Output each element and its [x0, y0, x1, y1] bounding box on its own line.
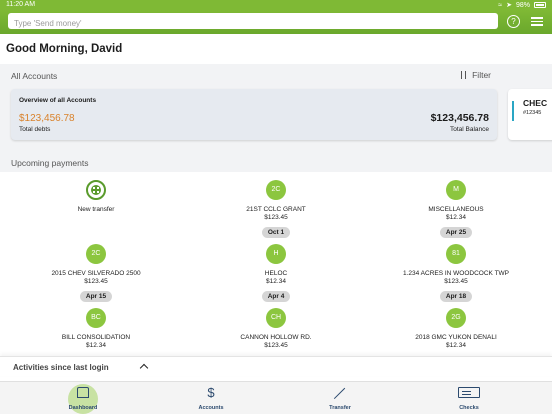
payment-amount: $123.45: [264, 214, 288, 221]
total-debts-value: $123,456.78: [19, 113, 75, 124]
tab-bar: Dashboard $ Accounts Transfer Checks: [0, 381, 552, 414]
payment-name: 2015 CHEV SILVERADO 2500: [51, 270, 141, 277]
payment-amount: $12.34: [446, 342, 466, 349]
wifi-icon: ≈: [498, 1, 503, 9]
new-transfer-item[interactable]: New transfer: [6, 180, 186, 213]
payment-name: 1.234 ACRES IN WOODCOCK TWP: [402, 270, 510, 277]
tab-label: Dashboard: [68, 405, 98, 411]
payment-item[interactable]: BC BILL CONSOLIDATION $12.34: [6, 308, 186, 349]
help-icon[interactable]: ?: [507, 15, 520, 28]
payment-initials-avatar: 2G: [446, 308, 466, 328]
payment-amount: $123.45: [264, 342, 288, 349]
payment-item[interactable]: M MISCELLANEOUS $12.34 Apr 25: [366, 180, 546, 239]
accounts-title: All Accounts: [11, 71, 58, 81]
search-box[interactable]: [8, 13, 498, 32]
top-bar: ?: [0, 10, 552, 34]
filter-label: Filter: [472, 70, 491, 80]
payment-item[interactable]: CH CANNON HOLLOW RD. $123.45: [186, 308, 366, 349]
check-icon: [458, 387, 480, 398]
payment-item[interactable]: H HELOC $12.34 Apr 4: [186, 244, 366, 303]
total-balance-label: Total Balance: [449, 126, 489, 133]
payment-date-badge: Apr 25: [439, 227, 473, 238]
overview-title: Overview of all Accounts: [19, 97, 97, 104]
payment-item[interactable]: 2C 2015 CHEV SILVERADO 2500 $123.45 Apr …: [6, 244, 186, 303]
new-transfer-icon: [86, 180, 106, 200]
account-accent-bar: [512, 101, 514, 121]
activities-panel[interactable]: Activities since last login: [0, 356, 552, 376]
transfer-icon: [334, 387, 346, 399]
tab-transfer[interactable]: Transfer: [290, 382, 390, 415]
tab-checks[interactable]: Checks: [419, 382, 519, 415]
tab-accounts[interactable]: $ Accounts: [161, 382, 261, 415]
payment-name: HELOC: [264, 270, 288, 277]
checking-account-card[interactable]: CHEC #12345: [508, 89, 552, 140]
payment-amount: $12.34: [86, 342, 106, 349]
chevron-up-icon[interactable]: [139, 363, 149, 373]
payment-initials-avatar: 2C: [266, 180, 286, 200]
payment-item[interactable]: 81 1.234 ACRES IN WOODCOCK TWP $123.45 A…: [366, 244, 546, 303]
home-icon: [77, 387, 89, 398]
payment-initials-avatar: BC: [86, 308, 106, 328]
payment-date-badge: Oct 1: [261, 227, 291, 238]
payment-initials-avatar: M: [446, 180, 466, 200]
payment-amount: $123.45: [444, 278, 468, 285]
tab-label: Checks: [459, 405, 479, 411]
payment-amount: $12.34: [266, 278, 286, 285]
payment-date-badge: Apr 15: [79, 291, 113, 302]
upcoming-title: Upcoming payments: [11, 158, 89, 168]
tab-dashboard[interactable]: Dashboard: [33, 382, 133, 415]
battery-percent: 98%: [515, 1, 530, 9]
total-balance-value: $123,456.78: [430, 112, 489, 124]
overview-card[interactable]: Overview of all Accounts $123,456.78 Tot…: [11, 89, 497, 140]
status-time: 11:20 AM: [6, 1, 36, 8]
greeting: Good Morning, David: [6, 43, 123, 55]
payment-name: 21ST CCLC GRANT: [246, 206, 306, 213]
payment-name: CANNON HOLLOW RD.: [240, 334, 312, 341]
location-icon: ➤: [506, 2, 512, 9]
activities-title: Activities since last login: [13, 363, 109, 372]
dollar-icon: $: [207, 385, 215, 400]
payment-item[interactable]: 2C 21ST CCLC GRANT $123.45 Oct 1: [186, 180, 366, 239]
payment-date-badge: Apr 4: [261, 291, 291, 302]
payment-initials-avatar: 81: [446, 244, 466, 264]
payment-initials-avatar: H: [266, 244, 286, 264]
tab-label: Transfer: [329, 405, 351, 411]
payment-initials-avatar: CH: [266, 308, 286, 328]
payment-date-badge: Apr 18: [439, 291, 473, 302]
status-bar: 11:20 AM ≈ ➤ 98%: [0, 0, 552, 10]
upcoming-payments-grid: New transfer 2C 21ST CCLC GRANT $123.45 …: [0, 172, 552, 356]
payment-initials-avatar: 2C: [86, 244, 106, 264]
filter-icon: [460, 71, 468, 79]
payment-amount: $123.45: [84, 278, 108, 285]
payment-amount: $12.34: [446, 214, 466, 221]
battery-icon: [534, 2, 546, 8]
payment-name: BILL CONSOLIDATION: [61, 334, 131, 341]
payment-name: MISCELLANEOUS: [428, 206, 484, 213]
payment-item[interactable]: 2G 2018 GMC YUKON DENALI $12.34: [366, 308, 546, 349]
filter-button[interactable]: Filter: [460, 70, 491, 80]
checking-card-number: #12345: [523, 110, 542, 116]
payment-name: New transfer: [77, 206, 115, 213]
search-input[interactable]: [8, 15, 498, 32]
payment-name: 2018 GMC YUKON DENALI: [415, 334, 497, 341]
total-debts-label: Total debts: [19, 126, 51, 133]
tab-label: Accounts: [198, 405, 224, 411]
status-right: ≈ ➤ 98%: [498, 1, 546, 9]
menu-icon[interactable]: [531, 15, 543, 28]
checking-card-title: CHEC: [523, 98, 548, 108]
